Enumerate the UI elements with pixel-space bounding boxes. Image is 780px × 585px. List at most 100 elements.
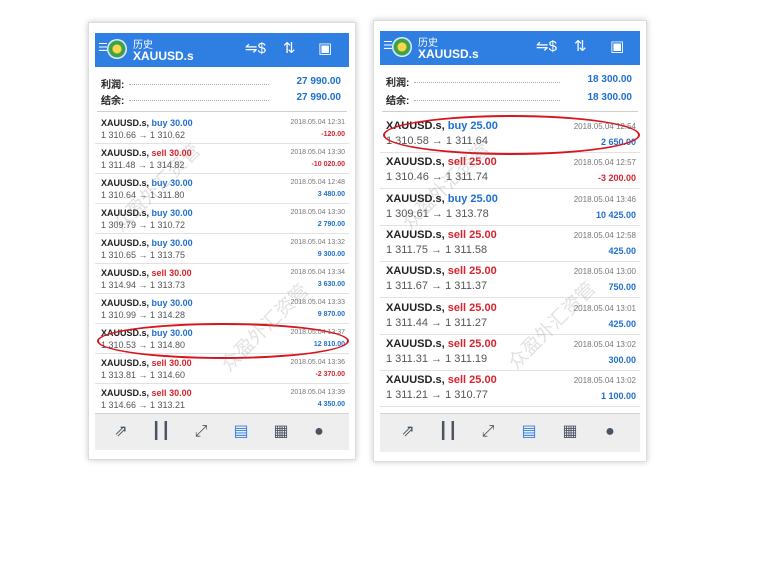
trade-profit: 3 480.00 xyxy=(317,191,345,198)
trade-volume: 25.00 xyxy=(470,120,498,132)
trade-profit: 425.00 xyxy=(608,318,636,329)
trade-volume: 30.00 xyxy=(169,148,192,158)
currency-exchange-icon[interactable]: ⇋$ xyxy=(536,38,557,56)
sort-icon[interactable]: ⇅ xyxy=(574,38,587,56)
symbol-name: XAUUSD.s, xyxy=(386,265,445,278)
trade-row[interactable]: XAUUSD.s, buy 30.00 1 310.99 → 1 314.28 20… xyxy=(95,294,349,324)
trade-prices: 1 310.99 → 1 314.28 xyxy=(101,310,186,320)
symbol-name: XAUUSD.s, xyxy=(101,178,150,188)
trade-row[interactable]: XAUUSD.s, buy 30.00 1 310.53 → 1 314.80 20… xyxy=(95,324,349,354)
trade-profit: 12 810.00 xyxy=(313,341,345,348)
currency-exchange-icon[interactable]: ⇋$ xyxy=(245,40,266,58)
trade-datetime: 2018.05.04 13:32 xyxy=(290,239,346,246)
trade-row[interactable]: XAUUSD.s, sell 25.00 1 310.46 → 1 311.74 2… xyxy=(380,153,640,190)
chart-icon[interactable]: ┃┃ xyxy=(149,420,173,444)
metatrader-logo-icon xyxy=(392,37,412,57)
dotted-leader xyxy=(414,82,560,83)
trade-row[interactable]: XAUUSD.s, sell 25.00 1 311.31 → 1 311.19 2… xyxy=(380,335,640,371)
trade-prices: 1 310.46 → 1 311.74 xyxy=(386,171,488,184)
symbol-name: XAUUSD.s, xyxy=(101,268,150,278)
trade-datetime: 2018.05.04 13:34 xyxy=(290,269,346,276)
trade-datetime: 2018.05.04 13:30 xyxy=(290,149,346,156)
symbol-name: XAUUSD.s, xyxy=(101,148,150,158)
trade-datetime: 2018.05.04 13:33 xyxy=(290,299,346,306)
chart-icon[interactable]: ┃┃ xyxy=(436,420,460,444)
trade-profit: 2 790.00 xyxy=(317,221,345,228)
balance-label: 结余: xyxy=(386,96,410,107)
metatrader-logo-icon xyxy=(107,39,127,59)
app-bar: ☰ 历史 XAUUSD.s ⇋$ ⇅ ▣ xyxy=(380,31,640,65)
chat-icon[interactable]: ● xyxy=(307,420,331,444)
trade-row[interactable]: XAUUSD.s, sell 30.00 1 314.94 → 1 313.73 2… xyxy=(95,264,349,294)
news-icon[interactable]: ▦ xyxy=(269,420,293,444)
trade-row[interactable]: XAUUSD.s, buy 30.00 1 310.64 → 1 311.80 20… xyxy=(95,174,349,204)
trade-volume: 30.00 xyxy=(169,268,192,278)
trade-prices: 1 311.21 → 1 310.77 xyxy=(386,389,488,402)
trade-prices: 1 310.65 → 1 313.75 xyxy=(101,250,186,260)
trade-action: buy xyxy=(151,238,168,248)
trade-symbol: XAUUSD.s, sell 25.00 xyxy=(386,265,497,277)
balance-row: 结余: 18 300.00 xyxy=(386,92,632,107)
trade-row[interactable]: XAUUSD.s, sell 25.00 1 311.75 → 1 311.58 2… xyxy=(380,226,640,262)
trade-profit: -2 370.00 xyxy=(315,371,345,378)
history-icon[interactable]: ▤ xyxy=(517,420,541,444)
history-icon[interactable]: ▤ xyxy=(229,420,253,444)
divider xyxy=(382,111,638,112)
symbol-name: XAUUSD.s, xyxy=(101,328,150,338)
trade-datetime: 2018.05.04 13:37 xyxy=(290,329,346,336)
trade-row[interactable]: XAUUSD.s, sell 30.00 1 313.81 → 1 314.60 2… xyxy=(95,354,349,384)
symbol-name: XAUUSD.s, xyxy=(101,238,150,248)
trade-prices: 1 314.94 → 1 313.73 xyxy=(101,280,186,290)
trade-row[interactable]: XAUUSD.s, sell 25.00 1 311.44 → 1 311.27 2… xyxy=(380,299,640,335)
trade-action: sell xyxy=(151,388,167,398)
symbol-title: XAUUSD.s xyxy=(418,47,479,61)
trade-action: buy xyxy=(447,192,468,205)
trade-volume: 25.00 xyxy=(469,337,497,350)
trade-history-list[interactable]: XAUUSD.s, buy 30.00 1 310.66 → 1 310.62 20… xyxy=(95,114,349,412)
calendar-icon[interactable]: ▣ xyxy=(318,40,332,58)
phone-screen-left: ☰ 历史 XAUUSD.s ⇋$ ⇅ ▣ 利润: 27 990.00 结余: 2… xyxy=(88,22,356,460)
trade-symbol: XAUUSD.s, buy 25.00 xyxy=(386,120,498,132)
sort-icon[interactable]: ⇅ xyxy=(283,40,296,58)
phone-screen-right: ☰ 历史 XAUUSD.s ⇋$ ⇅ ▣ 利润: 18 300.00 结余: 1… xyxy=(373,20,647,462)
trade-row[interactable]: XAUUSD.s, sell 30.00 1 311.48 → 1 314.82 2… xyxy=(95,144,349,174)
trade-row[interactable]: XAUUSD.s, buy 30.00 1 309.79 → 1 310.72 20… xyxy=(95,204,349,234)
trade-volume: 30.00 xyxy=(170,118,193,128)
trade-action: sell xyxy=(151,268,167,278)
trade-row[interactable]: XAUUSD.s, sell 25.002018.05.04 13:03 xyxy=(380,407,640,411)
trade-row[interactable]: XAUUSD.s, buy 30.00 1 310.65 → 1 313.75 20… xyxy=(95,234,349,264)
trade-volume: 30.00 xyxy=(170,328,193,338)
trade-prices: 1 311.31 → 1 311.19 xyxy=(386,352,488,365)
news-icon[interactable]: ▦ xyxy=(558,420,582,444)
trade-volume: 25.00 xyxy=(470,192,498,205)
calendar-icon[interactable]: ▣ xyxy=(610,38,624,56)
trade-volume: 30.00 xyxy=(170,208,193,218)
trade-action: sell xyxy=(151,358,167,368)
trade-row[interactable]: XAUUSD.s, sell 25.00 1 311.21 → 1 310.77 2… xyxy=(380,371,640,408)
trade-symbol: XAUUSD.s, sell 30.00 xyxy=(101,358,192,368)
trade-row[interactable]: XAUUSD.s, buy 25.00 1 310.58 → 1 311.64 20… xyxy=(380,117,640,153)
bottom-nav: ⇗ ┃┃ ⤢ ▤ ▦ ● xyxy=(380,413,640,452)
trade-volume: 25.00 xyxy=(469,228,497,241)
quotes-icon[interactable]: ⇗ xyxy=(396,420,420,444)
trade-history-list[interactable]: XAUUSD.s, buy 25.00 1 310.58 → 1 311.64 20… xyxy=(380,117,640,411)
trade-profit: 4 350.00 xyxy=(317,401,345,408)
trade-row[interactable]: XAUUSD.s, sell 30.00 1 314.66 → 1 313.21 2… xyxy=(95,384,349,412)
dotted-leader xyxy=(129,100,269,101)
trade-action: buy xyxy=(151,118,168,128)
trade-row[interactable]: XAUUSD.s, sell 25.00 1 311.67 → 1 311.37 2… xyxy=(380,262,640,299)
trade-icon[interactable]: ⤢ xyxy=(189,420,213,444)
trade-action: buy xyxy=(447,120,468,132)
trade-volume: 30.00 xyxy=(169,388,192,398)
trade-datetime: 2018.05.04 13:30 xyxy=(290,209,346,216)
trade-symbol: XAUUSD.s, buy 30.00 xyxy=(101,298,193,308)
trade-symbol: XAUUSD.s, sell 30.00 xyxy=(101,148,192,158)
quotes-icon[interactable]: ⇗ xyxy=(109,420,133,444)
trade-row[interactable]: XAUUSD.s, buy 30.00 1 310.66 → 1 310.62 20… xyxy=(95,114,349,144)
trade-row[interactable]: XAUUSD.s, buy 25.00 1 309.61 → 1 313.78 20… xyxy=(380,190,640,226)
trade-datetime: 2018.05.04 12:58 xyxy=(573,230,636,240)
trade-icon[interactable]: ⤢ xyxy=(476,420,500,444)
chat-icon[interactable]: ● xyxy=(598,420,622,444)
balance-row: 结余: 27 990.00 xyxy=(101,92,341,107)
trade-symbol: XAUUSD.s, sell 30.00 xyxy=(101,388,192,398)
